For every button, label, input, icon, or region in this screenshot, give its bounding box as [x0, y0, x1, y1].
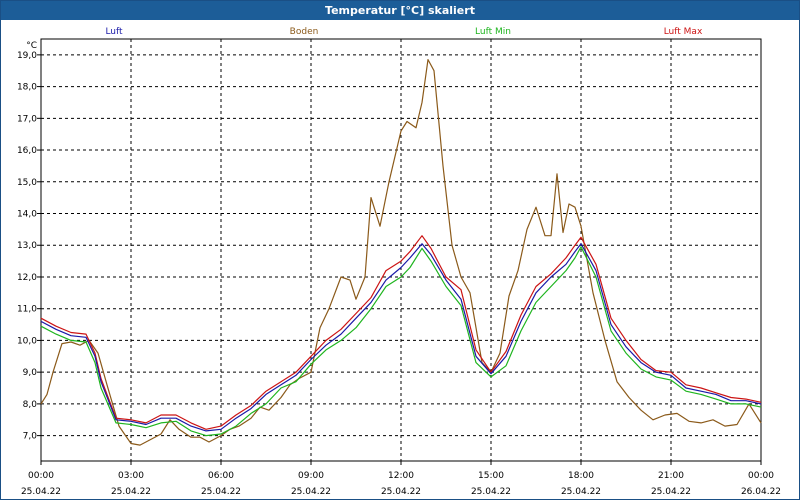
y-tick-label: 10,0 — [17, 336, 37, 346]
y-tick-label: 8,0 — [23, 400, 38, 410]
x-tick-date: 25.04.22 — [111, 487, 151, 497]
y-axis-unit: °C — [26, 41, 37, 51]
x-tick-date: 25.04.22 — [471, 487, 511, 497]
grid-lines — [41, 39, 761, 461]
x-tick-date: 25.04.22 — [291, 487, 331, 497]
x-tick-time: 09:00 — [298, 471, 324, 481]
y-tick-label: 19,0 — [17, 51, 37, 61]
x-tick-time: 15:00 — [478, 471, 504, 481]
x-tick-date: 25.04.22 — [21, 487, 61, 497]
x-tick-time: 18:00 — [568, 471, 594, 481]
x-tick-time: 21:00 — [658, 471, 684, 481]
legend-item: Luft — [105, 27, 123, 37]
y-tick-label: 7,0 — [23, 432, 38, 442]
y-tick-label: 13,0 — [17, 241, 37, 251]
x-tick-date: 25.04.22 — [201, 487, 241, 497]
legend-item: Luft Min — [475, 27, 511, 37]
legend: Luft Boden Luft Min Luft Max — [105, 27, 703, 37]
x-tick-date: 25.04.22 — [651, 487, 691, 497]
y-tick-label: 16,0 — [17, 146, 37, 156]
legend-item: Luft Max — [664, 27, 703, 37]
x-tick-time: 06:00 — [208, 471, 234, 481]
y-tick-label: 18,0 — [17, 83, 37, 93]
y-axis-ticks: 7,0 8,0 9,0 10,0 11,0 12,0 13,0 14,0 15,0 16,0 17,… — [17, 51, 41, 442]
x-tick-time: 00:00 — [28, 471, 54, 481]
x-tick-time: 03:00 — [118, 471, 144, 481]
y-tick-label: 15,0 — [17, 178, 37, 188]
x-tick-date: 25.04.22 — [381, 487, 421, 497]
y-tick-label: 17,0 — [17, 114, 37, 124]
y-tick-label: 14,0 — [17, 210, 37, 220]
legend-item: Boden — [290, 27, 319, 37]
y-tick-label: 9,0 — [23, 368, 38, 378]
chart-window: Temperatur [°C] skaliert °C 7,0 8,0 9,0 10,… — [0, 0, 800, 500]
x-tick-time: 00:00 — [748, 471, 774, 481]
series-line-luft — [40, 243, 762, 432]
x-tick-date: 25.04.22 — [561, 487, 601, 497]
x-tick-time: 12:00 — [388, 471, 414, 481]
temperature-chart: °C 7,0 8,0 9,0 10,0 11,0 12,0 13,0 14,0 15,0 16,0… — [17, 27, 781, 497]
x-axis-ticks: 00:00 25.04.22 03:00 25.04.22 06:00 25.04.22 0… — [21, 461, 781, 497]
x-tick-date: 26.04.22 — [741, 487, 781, 497]
y-tick-label: 12,0 — [17, 273, 37, 283]
y-tick-label: 11,0 — [17, 305, 37, 315]
